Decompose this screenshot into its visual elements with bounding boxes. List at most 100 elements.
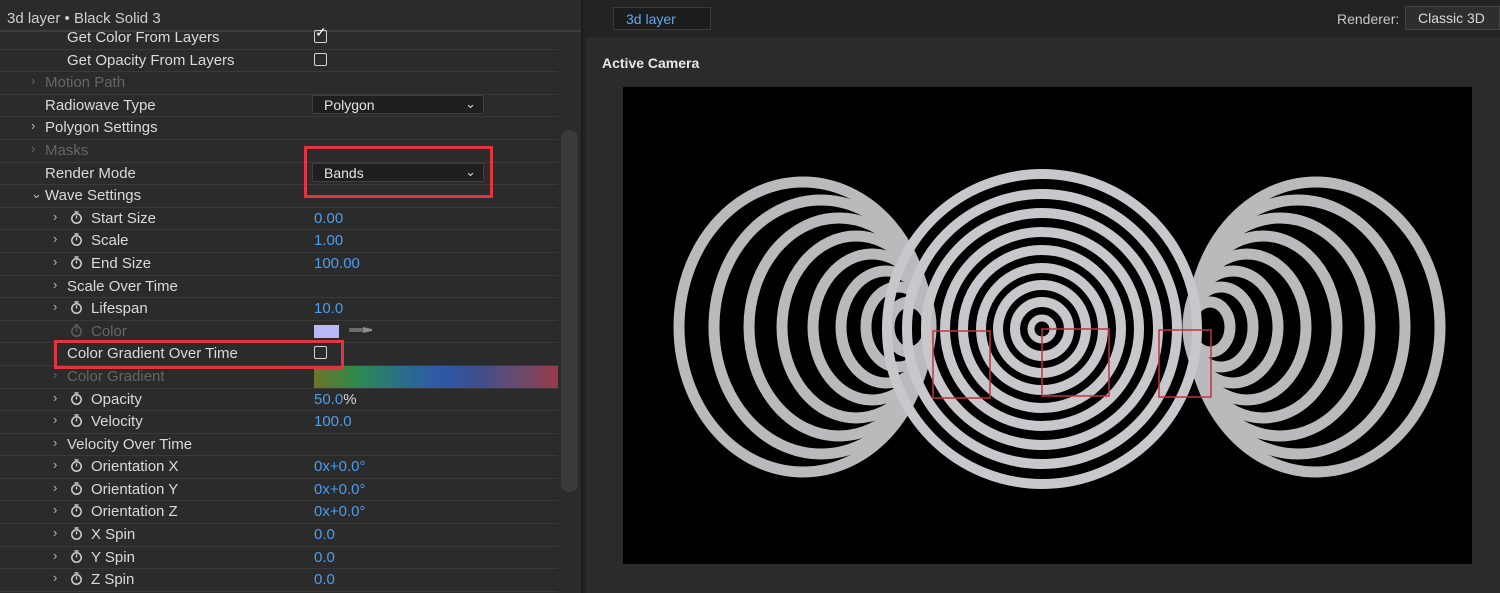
vertical-scrollbar[interactable] [561,130,578,492]
color-gradient-bar[interactable] [314,365,558,388]
chevron-right-icon[interactable]: › [53,390,57,405]
orientation-y-value[interactable]: 0x+0.0° [314,481,365,498]
orientation-z-label: Orientation Z [91,503,178,521]
chevron-right-icon[interactable]: › [53,231,57,246]
color-gradient-label: Color Gradient [67,367,165,385]
chevron-right-icon[interactable]: › [53,277,57,292]
radiowave-type-label: Radiowave Type [45,96,156,114]
chevron-right-icon[interactable]: › [31,141,35,156]
row-scale-over-time[interactable]: › Scale Over Time [0,276,558,299]
orientation-y-label: Orientation Y [91,480,179,498]
radio-wave-render [673,169,1446,489]
chevron-right-icon[interactable]: › [53,412,57,427]
property-list: Get Color From Layers ✓ Get Opacity From… [0,25,558,592]
row-end-size: › End Size 100.00 [0,253,558,276]
chevron-right-icon[interactable]: › [53,299,57,314]
opacity-label: Opacity [91,390,142,408]
orientation-z-value[interactable]: 0x+0.0° [314,503,365,520]
velocity-label: Velocity [91,413,143,431]
y-spin-label: Y Spin [91,548,135,566]
stopwatch-icon[interactable] [70,572,83,586]
stopwatch-icon[interactable] [70,391,83,405]
effect-controls-panel: 3d layer • Black Solid 3 Get Color From … [0,0,583,593]
start-size-value[interactable]: 0.00 [314,210,343,227]
render-mode-label: Render Mode [45,164,136,182]
chevron-right-icon[interactable]: › [53,457,57,472]
stopwatch-icon [71,323,82,337]
end-size-value[interactable]: 100.00 [314,255,360,272]
get-color-checkbox[interactable]: ✓ [314,25,327,43]
stopwatch-icon[interactable] [70,459,83,473]
tab-3d-layer[interactable]: 3d layer [613,7,711,30]
opacity-field[interactable]: 50.0% [314,391,357,408]
x-spin-value[interactable]: 0.0 [314,526,335,543]
lifespan-value[interactable]: 10.0 [314,300,343,317]
chevron-right-icon[interactable]: › [53,367,57,382]
row-orientation-y: › Orientation Y 0x+0.0° [0,479,558,502]
scale-value[interactable]: 1.00 [314,232,343,249]
stopwatch-icon[interactable] [70,301,83,315]
stopwatch-icon[interactable] [70,414,83,428]
row-start-size: › Start Size 0.00 [0,208,558,231]
chevron-right-icon[interactable]: › [53,502,57,517]
z-spin-value[interactable]: 0.0 [314,571,335,588]
renderer-dropdown[interactable]: Classic 3D [1405,6,1500,30]
color-swatch[interactable] [314,324,339,338]
chevron-down-icon[interactable]: ⌄ [31,186,42,202]
get-opacity-checkbox[interactable] [314,52,327,66]
velocity-value[interactable]: 100.0 [314,413,352,430]
row-polygon-settings[interactable]: › Polygon Settings [0,117,558,140]
y-spin-value[interactable]: 0.0 [314,549,335,566]
polygon-settings-label: Polygon Settings [45,119,158,137]
color-gradient-highlight [54,340,344,369]
renderer-label: Renderer: [1337,11,1400,27]
chevron-down-icon: ⌄ [465,95,476,111]
row-velocity: › Velocity 100.0 [0,411,558,434]
row-orientation-z: › Orientation Z 0x+0.0° [0,501,558,525]
chevron-right-icon[interactable]: › [53,480,57,495]
scale-over-time-label: Scale Over Time [67,277,178,295]
chevron-right-icon[interactable]: › [53,254,57,269]
row-scale: › Scale 1.00 [0,230,558,253]
radiowave-type-value: Polygon [324,96,375,113]
chevron-right-icon[interactable]: › [31,73,35,88]
chevron-right-icon[interactable]: › [53,435,57,450]
chevron-right-icon[interactable]: › [31,118,35,133]
stopwatch-icon[interactable] [70,504,83,518]
get-color-label: Get Color From Layers [67,29,220,46]
chevron-right-icon[interactable]: › [53,570,57,585]
chevron-right-icon[interactable]: › [53,548,57,563]
opacity-value[interactable]: 50.0 [314,391,343,408]
masks-label: Masks [45,141,89,159]
chevron-right-icon[interactable]: › [53,525,57,540]
radiowave-type-dropdown[interactable]: Polygon ⌄ [312,94,484,114]
wave-settings-label: Wave Settings [45,187,142,205]
eyedropper-icon[interactable] [348,324,374,336]
velocity-over-time-label: Velocity Over Time [67,435,193,453]
scale-label: Scale [91,232,129,250]
orientation-x-value[interactable]: 0x+0.0° [314,458,365,475]
row-z-spin: › Z Spin 0.0 [0,569,558,592]
stopwatch-icon[interactable] [70,233,83,247]
stopwatch-icon[interactable] [70,482,83,495]
row-color-gradient[interactable]: › Color Gradient [0,365,558,389]
get-opacity-label: Get Opacity From Layers [67,51,235,69]
chevron-right-icon[interactable]: › [53,209,57,224]
tab-label: 3d layer [626,11,676,27]
composition-viewer: 3d layer Renderer: Classic 3D Active Cam… [586,0,1500,593]
row-motion-path[interactable]: › Motion Path [0,72,558,95]
start-size-label: Start Size [91,209,157,227]
z-spin-label: Z Spin [91,571,135,589]
panel-divider [581,0,583,593]
row-velocity-over-time[interactable]: › Velocity Over Time [0,434,558,457]
stopwatch-icon[interactable] [70,256,83,269]
stopwatch-icon[interactable] [70,549,83,563]
color-label: Color [91,322,127,340]
row-opacity: › Opacity 50.0% [0,389,558,412]
render-canvas[interactable] [623,87,1472,564]
left-ring-group [673,176,937,478]
stopwatch-icon[interactable] [70,211,83,224]
stopwatch-icon[interactable] [70,527,83,541]
renderer-value: Classic 3D [1418,10,1485,26]
row-get-color: Get Color From Layers ✓ [0,25,558,50]
